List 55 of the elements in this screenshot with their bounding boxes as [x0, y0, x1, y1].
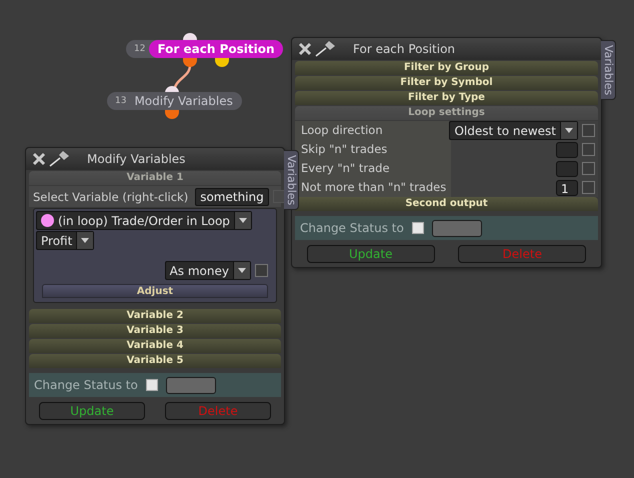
output-port[interactable] [215, 57, 229, 67]
checkbox[interactable] [582, 124, 595, 137]
node-title: Modify Variables [133, 93, 234, 110]
property-dropdown[interactable]: Profit [36, 231, 94, 250]
node-title: For each Position [149, 40, 283, 58]
side-tab[interactable]: Variables [284, 150, 299, 210]
caret-icon [81, 238, 90, 243]
direction-dropdown[interactable]: Oldest to newest [449, 121, 578, 140]
section-header[interactable]: Filter by Symbol [295, 76, 598, 90]
section-header[interactable]: Variable 2 [29, 309, 281, 323]
close-icon[interactable] [298, 42, 312, 56]
checkbox[interactable] [272, 190, 286, 203]
flow-node[interactable]: 13 Modify Variables [107, 92, 242, 110]
output-port[interactable] [183, 57, 197, 67]
source-dropdown[interactable]: (in loop) Trade/Order in Loop [36, 211, 252, 230]
caret-icon [565, 128, 573, 133]
flow-node[interactable]: 12 For each Position [126, 40, 283, 58]
action-button[interactable]: Update [306, 245, 435, 263]
section-header[interactable]: Second output [295, 197, 598, 211]
caret-icon [238, 218, 247, 223]
format-dropdown[interactable]: As money [164, 261, 251, 280]
checkbox[interactable] [146, 379, 158, 391]
close-icon[interactable] [32, 152, 46, 166]
status-field[interactable] [166, 376, 216, 394]
section-header[interactable]: Variable 1 [29, 171, 281, 185]
variable-field[interactable]: something [195, 188, 269, 206]
section-header[interactable]: Variable 5 [29, 354, 281, 368]
number-field[interactable] [556, 142, 578, 158]
section-header[interactable]: Filter by Type [295, 91, 598, 105]
pin-icon[interactable] [49, 151, 71, 167]
side-tab[interactable]: Variables [601, 40, 616, 100]
checkbox[interactable] [582, 181, 595, 194]
checkbox[interactable] [582, 143, 595, 156]
select-label: Select Variable (right-click) [32, 190, 188, 204]
number-field[interactable] [556, 160, 578, 176]
checkbox[interactable] [255, 264, 268, 277]
node-number: 12 [134, 44, 146, 54]
section-header[interactable]: Variable 3 [29, 324, 281, 338]
checkbox[interactable] [582, 162, 595, 175]
caret-icon [238, 268, 246, 273]
status-label: Change Status to [300, 221, 405, 235]
node-number: 13 [115, 96, 126, 106]
section-header[interactable]: Loop settings [295, 106, 598, 120]
status-field[interactable] [432, 220, 482, 236]
number-field[interactable]: 1 [556, 180, 578, 196]
section-header[interactable]: Filter by Group [295, 61, 598, 75]
window-title: For each Position [353, 42, 456, 56]
section-header[interactable]: Variable 4 [29, 339, 281, 353]
adjust-button[interactable]: Adjust [42, 284, 268, 298]
window-title: Modify Variables [87, 152, 186, 166]
output-port[interactable] [165, 109, 179, 119]
status-label: Change Status to [34, 378, 139, 392]
action-button[interactable]: Update [39, 402, 145, 420]
pin-icon[interactable] [315, 41, 337, 57]
checkbox[interactable] [412, 222, 424, 234]
